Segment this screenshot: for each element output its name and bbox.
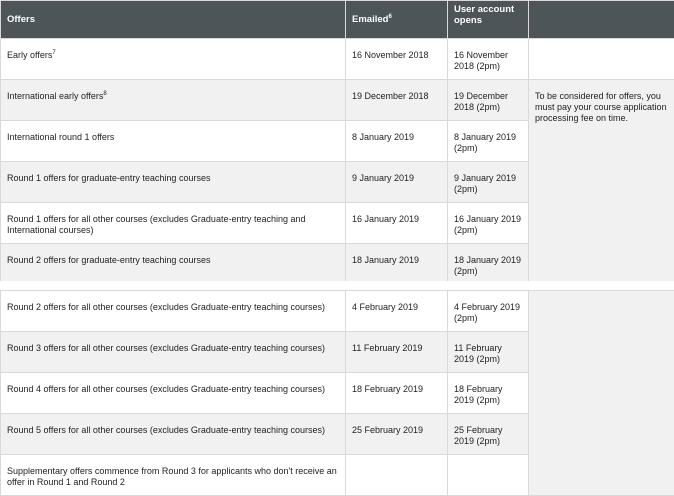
opens-cell: 16 January 2019 (2pm) — [448, 203, 529, 244]
offer-cell: International round 1 offers — [1, 121, 346, 162]
emailed-cell: 18 February 2019 — [346, 373, 448, 414]
opens-cell: 8 January 2019 (2pm) — [448, 121, 529, 162]
offer-cell: Supplementary offers commence from Round… — [1, 455, 346, 496]
opens-cell: 19 December 2018 (2pm) — [448, 80, 529, 121]
emailed-cell — [346, 455, 448, 496]
header-emailed: Emailed6 — [346, 1, 448, 39]
offer-cell: International early offers8 — [1, 80, 346, 121]
opens-cell: 18 January 2019 (2pm) — [448, 244, 529, 285]
opens-cell: 9 January 2019 (2pm) — [448, 162, 529, 203]
offer-cell: Round 5 offers for all other courses (ex… — [1, 414, 346, 455]
offer-cell: Early offers7 — [1, 39, 346, 80]
emailed-cell: 18 January 2019 — [346, 244, 448, 285]
opens-cell: 18 February 2019 (2pm) — [448, 373, 529, 414]
opens-cell — [448, 455, 529, 496]
emailed-cell: 8 January 2019 — [346, 121, 448, 162]
table-row: Round 2 offers for all other courses (ex… — [1, 291, 674, 332]
offers-table-bottom: Round 2 offers for all other courses (ex… — [0, 290, 674, 496]
emailed-cell: 11 February 2019 — [346, 332, 448, 373]
emailed-footnote: 6 — [388, 14, 391, 20]
opens-cell: 16 November 2018 (2pm) — [448, 39, 529, 80]
emailed-cell: 9 January 2019 — [346, 162, 448, 203]
offer-cell: Round 2 offers for graduate-entry teachi… — [1, 244, 346, 285]
emailed-cell: 19 December 2018 — [346, 80, 448, 121]
table-row: International early offers8 19 December … — [1, 80, 674, 121]
emailed-cell: 4 February 2019 — [346, 291, 448, 332]
blank-side-cell — [529, 291, 674, 496]
opens-cell: 4 February 2019 (2pm) — [448, 291, 529, 332]
offers-table-top: Offers Emailed6 User account opens Early… — [0, 0, 674, 285]
opens-cell: 11 February 2019 (2pm) — [448, 332, 529, 373]
emailed-cell: 16 November 2018 — [346, 39, 448, 80]
emailed-cell: 25 February 2019 — [346, 414, 448, 455]
table-row: Early offers7 16 November 2018 16 Novemb… — [1, 39, 674, 80]
header-user-account-opens: User account opens — [448, 1, 529, 39]
offer-cell: Round 2 offers for all other courses (ex… — [1, 291, 346, 332]
blank-cell — [529, 39, 674, 80]
fee-note-cell: To be considered for offers, you must pa… — [529, 80, 674, 285]
offer-cell: Round 1 offers for all other courses (ex… — [1, 203, 346, 244]
emailed-cell: 16 January 2019 — [346, 203, 448, 244]
header-row: Offers Emailed6 User account opens — [1, 1, 674, 39]
offer-cell: Round 1 offers for graduate-entry teachi… — [1, 162, 346, 203]
header-offers: Offers — [1, 1, 346, 39]
offers-schedule: Offers Emailed6 User account opens Early… — [0, 0, 674, 495]
offer-cell: Round 3 offers for all other courses (ex… — [1, 332, 346, 373]
header-blank — [529, 1, 674, 39]
offer-cell: Round 4 offers for all other courses (ex… — [1, 373, 346, 414]
opens-cell: 25 February 2019 (2pm) — [448, 414, 529, 455]
